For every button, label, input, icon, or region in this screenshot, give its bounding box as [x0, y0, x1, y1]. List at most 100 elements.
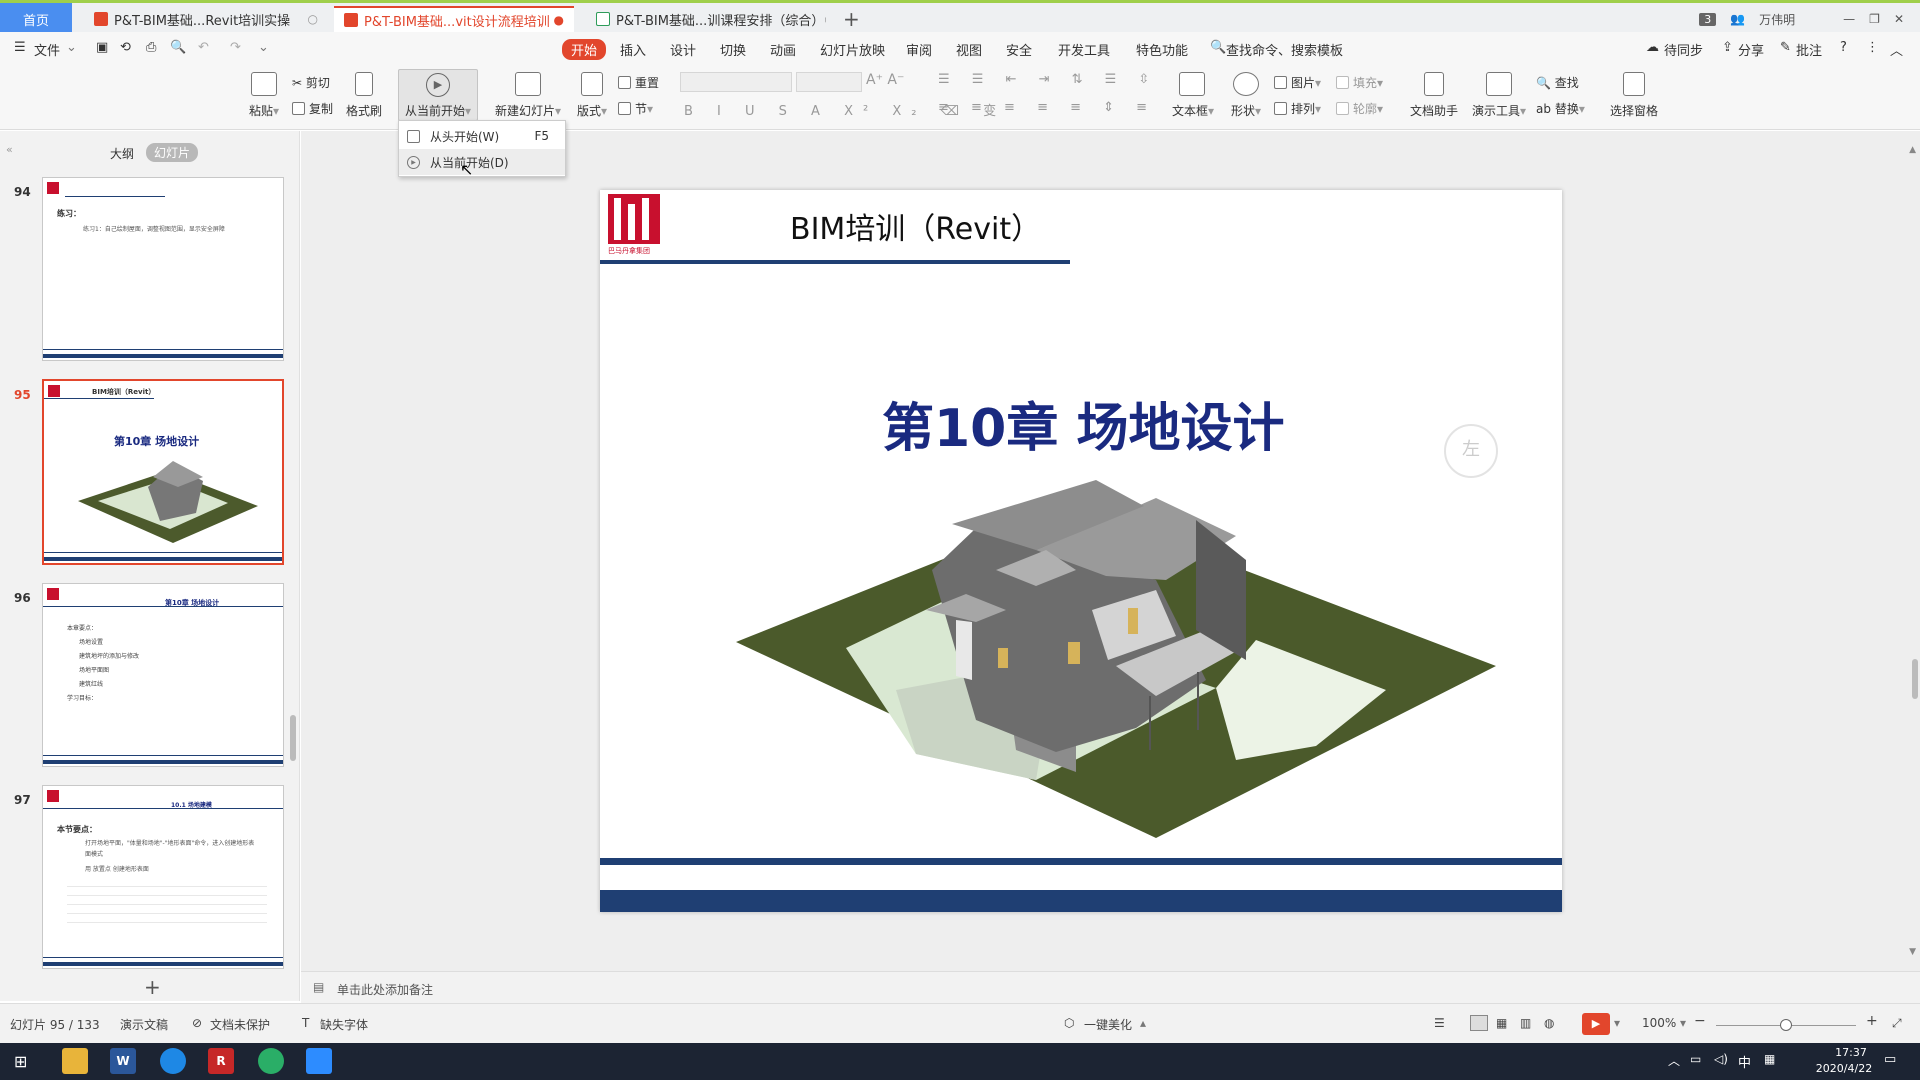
notes-toggle-icon[interactable]: ☰ [1434, 1016, 1445, 1030]
share-icon[interactable]: ⇪ [1722, 40, 1733, 55]
search-icon[interactable]: 🔍 [1210, 40, 1226, 55]
play-from-current-item[interactable]: ▶ 从当前开始(D) [399, 149, 565, 175]
sync-icon[interactable]: ☁ [1646, 40, 1659, 55]
slide-thumbnail-95-selected[interactable]: BIM培训（Revit） 第10章 场地设计 [42, 379, 284, 565]
volume-icon[interactable]: ◁) [1714, 1052, 1728, 1066]
tab-slides[interactable]: 幻灯片 [146, 143, 199, 162]
wechat-icon[interactable] [258, 1048, 284, 1074]
thumbnail-scrollbar[interactable] [290, 715, 296, 761]
slide-thumbnail-97[interactable]: 10.1 场地建模 本节要点： 打开场地平面，"体量和场地"-"地形表面"命令，… [42, 785, 284, 969]
share-button[interactable]: 分享 [1738, 40, 1764, 59]
help-icon[interactable]: ? [1840, 40, 1847, 55]
menu-tab-security[interactable]: 安全 [1006, 40, 1032, 59]
menu-tab-view[interactable]: 视图 [956, 40, 982, 59]
tray-expand-icon[interactable]: ︿ [1668, 1052, 1680, 1069]
theme-name[interactable]: 演示文稿 [120, 1016, 168, 1033]
slide-thumbnail-96[interactable]: 第10章 场地设计 本章要点： 场地设置 建筑地坪的添加与修改 场地平面图 建筑… [42, 583, 284, 767]
beautify-button[interactable]: 一键美化 [1084, 1016, 1132, 1033]
missing-font-button[interactable]: 缺失字体 [320, 1016, 368, 1033]
video-meeting-icon[interactable] [306, 1048, 332, 1074]
file-explorer-icon[interactable] [62, 1048, 88, 1074]
add-slide-icon[interactable]: + [144, 975, 161, 999]
doc-assistant-button[interactable]: 文档助手 [1408, 72, 1460, 119]
undo-icon[interactable]: ↶ [198, 40, 209, 55]
layout-button[interactable]: 版式▾ [574, 72, 610, 119]
menu-icon[interactable]: ☰ [14, 40, 26, 55]
menu-tab-features[interactable]: 特色功能 [1136, 40, 1188, 59]
menu-tab-developer[interactable]: 开发工具 [1058, 40, 1110, 59]
collapse-panel-icon[interactable]: « [6, 143, 13, 156]
tab-home[interactable]: 首页 [0, 3, 72, 35]
file-menu[interactable]: 文件 [34, 40, 60, 59]
redo-icon[interactable]: ↷ [230, 40, 241, 55]
menu-tab-transition[interactable]: 切换 [720, 40, 746, 59]
replace-button[interactable]: ab 替换▾ [1536, 100, 1585, 117]
close-icon[interactable]: ● [554, 13, 564, 27]
clock-date[interactable]: 2020/4/22 [1802, 1062, 1886, 1075]
close-window-icon[interactable]: ✕ [1894, 12, 1904, 26]
reading-view-icon[interactable]: ▥ [1520, 1016, 1531, 1030]
protection-status[interactable]: 文档未保护 [210, 1016, 270, 1033]
textbox-button[interactable]: 文本框▾ [1172, 72, 1214, 119]
network-icon[interactable]: ▭ [1690, 1052, 1701, 1066]
zoom-in-icon[interactable]: + [1866, 1013, 1878, 1029]
play-from-current-button[interactable]: ▶ 从当前开始▾ [398, 69, 478, 121]
comment-button[interactable]: 批注 [1796, 40, 1822, 59]
close-icon[interactable]: ○ [308, 12, 318, 26]
zoom-level[interactable]: 100% [1642, 1016, 1676, 1030]
clock-time[interactable]: 17:37 [1816, 1046, 1886, 1059]
comment-icon[interactable]: ✎ [1780, 40, 1791, 55]
presenter-view-icon[interactable]: ◍ [1544, 1016, 1554, 1030]
shape-button[interactable]: 形状▾ [1226, 72, 1266, 119]
tab-doc-1[interactable]: P&T-BIM基础...Revit培训实操 ○ [84, 6, 328, 32]
zoom-out-icon[interactable]: − [1694, 1013, 1706, 1029]
sync-button[interactable]: 待同步 [1664, 40, 1703, 59]
outline-button[interactable]: 轮廓▾ [1336, 100, 1383, 117]
select-pane-button[interactable]: 选择窗格 [1606, 72, 1662, 119]
keyboard-icon[interactable]: ▦ [1764, 1052, 1775, 1066]
format-painter-button[interactable]: 格式刷 [344, 72, 384, 119]
print-preview-icon[interactable]: 🔍 [170, 40, 186, 55]
menu-tab-slideshow[interactable]: 幻灯片放映 [820, 40, 885, 59]
canvas-scrollbar[interactable] [1912, 659, 1918, 699]
fit-window-icon[interactable]: ⤢ [1892, 1016, 1902, 1031]
windows-start-icon[interactable]: ⊞ [14, 1052, 27, 1071]
tab-doc-2-active[interactable]: P&T-BIM基础...vit设计流程培训 ● [334, 6, 574, 32]
wps-writer-icon[interactable]: W [110, 1048, 136, 1074]
paste-button[interactable]: 粘贴▾ [244, 72, 284, 119]
play-from-start-item[interactable]: 从头开始(W) F5 [399, 123, 565, 149]
tab-outline[interactable]: 大纲 [110, 145, 134, 162]
fill-button[interactable]: 填充▾ [1336, 74, 1383, 91]
paragraph-align-icons[interactable]: ≡ ≡ ≡ ≡ ≡ ⇕ ≡ [938, 100, 1156, 115]
current-slide[interactable]: 巴马丹拿集团 BIM培训（Revit） 第10章 场地设计 左 [600, 190, 1562, 912]
print-icon[interactable]: ⎙ [146, 40, 156, 55]
paragraph-list-icons[interactable]: ☰ ☰ ⇤ ⇥ ⇅ ☰ ⇳ [938, 72, 1158, 87]
revit-icon[interactable]: R [208, 1048, 234, 1074]
scroll-up-icon[interactable]: ▲ [1909, 145, 1916, 155]
chevron-down-icon[interactable]: ⌄ [66, 40, 77, 55]
menu-tab-review[interactable]: 审阅 [906, 40, 932, 59]
menu-tab-start[interactable]: 开始 [562, 39, 607, 60]
cut-button[interactable]: ✂ 剪切 [292, 74, 330, 91]
find-button[interactable]: 🔍 查找 [1536, 74, 1579, 91]
minimize-icon[interactable]: — [1843, 12, 1855, 26]
user-name[interactable]: 万伟明 [1759, 11, 1795, 28]
grow-font-icon[interactable]: A⁺ A⁻ [866, 72, 904, 88]
collapse-ribbon-icon[interactable]: ︿ [1890, 40, 1903, 59]
command-search[interactable]: 查找命令、搜索模板 [1226, 40, 1343, 59]
menu-tab-insert[interactable]: 插入 [620, 40, 646, 59]
menu-tab-design[interactable]: 设计 [670, 40, 696, 59]
slide-thumbnail-94[interactable]: 练习： 练习1：自己绘制屋面，调整视图范围，显示安全屏障 [42, 177, 284, 361]
undo-history-icon[interactable]: ⟲ [120, 40, 131, 55]
notes-area[interactable]: ▤ 单击此处添加备注 [301, 971, 1920, 1003]
slide-sorter-icon[interactable]: ▦ [1496, 1016, 1507, 1030]
window-count-badge[interactable]: 3 [1699, 12, 1717, 26]
chevron-down-icon[interactable]: ▾ [1614, 1016, 1620, 1030]
font-name-select[interactable] [680, 72, 792, 92]
chevron-up-icon[interactable]: ▴ [1140, 1016, 1146, 1030]
close-icon[interactable]: ○ [824, 12, 826, 26]
section-button[interactable]: 节▾ [618, 100, 653, 117]
reset-button[interactable]: 重置 [618, 74, 659, 91]
more-icon[interactable]: ⋮ [1866, 40, 1879, 55]
notification-icon[interactable]: ▭ [1884, 1052, 1896, 1067]
